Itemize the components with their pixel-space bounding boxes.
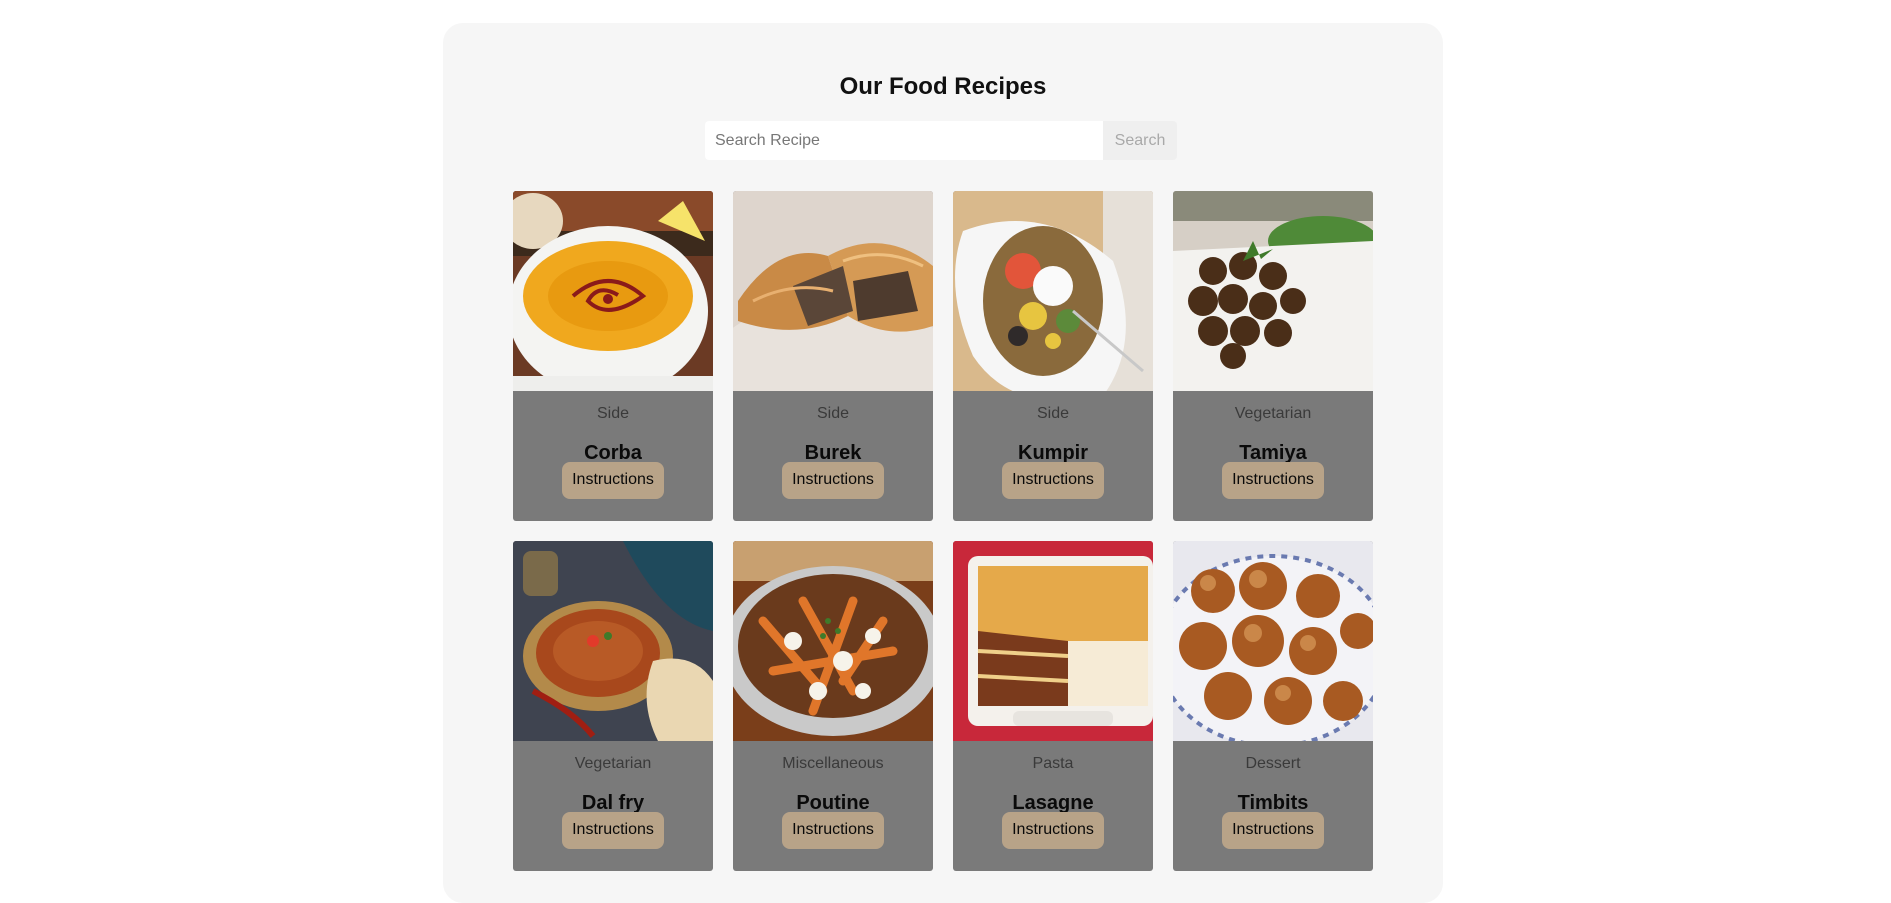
recipe-card: Vegetarian Dal fry Instructions <box>513 541 713 871</box>
recipe-category: Side <box>1036 405 1070 422</box>
recipe-photo-kumpir[interactable] <box>953 191 1153 391</box>
recipe-category: Side <box>816 405 850 422</box>
recipe-photo-poutine[interactable] <box>733 541 933 741</box>
recipes-panel: Our Food Recipes Search Side Corba Instr… <box>443 23 1443 903</box>
recipe-category: Vegetarian <box>574 755 652 772</box>
instructions-button[interactable]: Instructions <box>782 811 884 849</box>
instructions-button[interactable]: Instructions <box>1222 811 1324 849</box>
dal-bowl-photo <box>513 541 713 741</box>
meat-pastry-photo <box>733 191 933 391</box>
recipe-card: Side Burek Instructions <box>733 191 933 521</box>
recipe-photo-corba[interactable] <box>513 191 713 391</box>
recipe-category: Vegetarian <box>1234 405 1312 422</box>
poutine-photo <box>733 541 933 741</box>
search-bar: Search <box>705 121 1177 160</box>
search-input[interactable] <box>705 121 1103 160</box>
recipe-photo-burek[interactable] <box>733 191 933 391</box>
recipe-card: Miscellaneous Poutine Instructions <box>733 541 933 871</box>
recipe-category: Miscellaneous <box>782 755 884 772</box>
search-button[interactable]: Search <box>1103 121 1177 160</box>
instructions-button[interactable]: Instructions <box>1222 461 1324 499</box>
lentil-soup-photo <box>513 191 713 391</box>
instructions-button[interactable]: Instructions <box>562 461 664 499</box>
recipe-photo-timbits[interactable] <box>1173 541 1373 741</box>
stuffed-potato-photo <box>953 191 1153 391</box>
recipe-card: Pasta Lasagne Instructions <box>953 541 1153 871</box>
recipe-card: Dessert Timbits Instructions <box>1173 541 1373 871</box>
recipe-card: Side Corba Instructions <box>513 191 713 521</box>
falafel-photo <box>1173 191 1373 391</box>
instructions-button[interactable]: Instructions <box>1002 811 1104 849</box>
instructions-button[interactable]: Instructions <box>782 461 884 499</box>
lasagne-photo <box>953 541 1153 741</box>
recipe-category: Pasta <box>1032 755 1074 772</box>
instructions-button[interactable]: Instructions <box>562 811 664 849</box>
recipe-photo-dal-fry[interactable] <box>513 541 713 741</box>
recipe-photo-lasagne[interactable] <box>953 541 1153 741</box>
recipe-photo-tamiya[interactable] <box>1173 191 1373 391</box>
recipe-card: Side Kumpir Instructions <box>953 191 1153 521</box>
page-title: Our Food Recipes <box>839 73 1047 100</box>
instructions-button[interactable]: Instructions <box>1002 461 1104 499</box>
recipe-category: Side <box>596 405 630 422</box>
timbits-photo <box>1173 541 1373 741</box>
recipe-category: Dessert <box>1245 755 1301 772</box>
recipe-card: Vegetarian Tamiya Instructions <box>1173 191 1373 521</box>
